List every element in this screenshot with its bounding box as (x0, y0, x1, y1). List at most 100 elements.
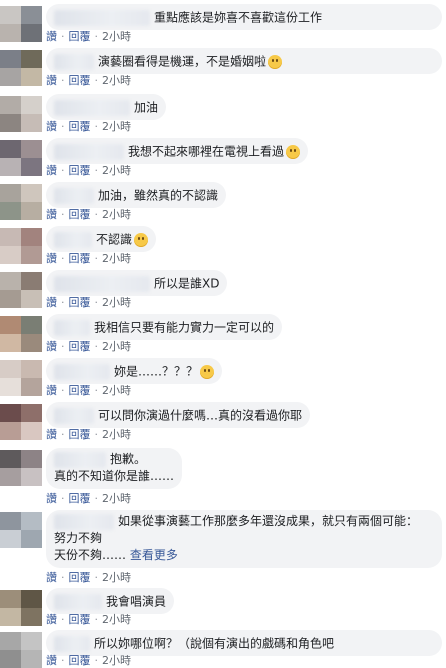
like-button[interactable]: 讚 (46, 120, 57, 133)
timestamp[interactable]: 2小時 (102, 74, 131, 87)
timestamp[interactable]: 2小時 (102, 208, 131, 221)
commenter-name[interactable] (54, 143, 124, 160)
avatar[interactable] (0, 96, 42, 132)
timestamp[interactable]: 2小時 (102, 613, 131, 626)
like-button[interactable]: 讚 (46, 208, 57, 221)
commenter-name[interactable] (54, 187, 94, 204)
comment-bubble: 加油 (46, 94, 167, 120)
avatar[interactable] (0, 6, 42, 42)
avatar[interactable] (0, 632, 42, 668)
commenter-name[interactable] (54, 9, 150, 26)
like-button[interactable]: 讚 (46, 340, 57, 353)
comment: 重點應該是妳喜不喜歡這份工作 讚 · 回覆 · 2小時 (0, 0, 446, 44)
commenter-name[interactable] (54, 363, 110, 380)
commenter-name[interactable] (54, 635, 90, 652)
avatar[interactable] (0, 228, 42, 264)
separator: · (61, 340, 65, 353)
reply-button[interactable]: 回覆 (69, 296, 91, 309)
like-button[interactable]: 讚 (46, 164, 57, 177)
reply-button[interactable]: 回覆 (69, 252, 91, 265)
avatar[interactable] (0, 50, 42, 86)
timestamp[interactable]: 2小時 (102, 571, 131, 584)
separator: · (94, 654, 99, 667)
timestamp[interactable]: 2小時 (102, 296, 131, 309)
comment-actions: 讚 · 回覆 · 2小時 (46, 206, 131, 222)
reply-button[interactable]: 回覆 (69, 30, 91, 43)
comment-text: 加油，雖然真的不認識 (98, 188, 219, 203)
reply-button[interactable]: 回覆 (69, 384, 91, 397)
comment-bubble: 加油，雖然真的不認識 (46, 182, 227, 208)
separator: · (61, 164, 65, 177)
avatar[interactable] (0, 140, 42, 176)
commenter-name[interactable] (54, 451, 106, 468)
reply-button[interactable]: 回覆 (69, 571, 91, 584)
timestamp[interactable]: 2小時 (102, 492, 131, 505)
timestamp[interactable]: 2小時 (102, 384, 131, 397)
reply-button[interactable]: 回覆 (69, 120, 91, 133)
avatar[interactable] (0, 590, 42, 626)
commenter-name[interactable] (54, 593, 102, 610)
commenter-name[interactable] (54, 99, 130, 116)
reply-button[interactable]: 回覆 (69, 164, 91, 177)
comment-bubble: 妳是……？？？ (46, 358, 223, 384)
comment-text: 所以妳哪位啊？（說個有演出的戲碼和角色吧 (94, 636, 335, 651)
like-button[interactable]: 讚 (46, 654, 57, 667)
like-button[interactable]: 讚 (46, 74, 57, 87)
avatar[interactable] (0, 184, 42, 220)
timestamp[interactable]: 2小時 (102, 654, 131, 667)
avatar[interactable] (0, 404, 42, 440)
separator: · (94, 296, 99, 309)
timestamp[interactable]: 2小時 (102, 340, 131, 353)
reply-button[interactable]: 回覆 (69, 654, 91, 667)
dizzy-face-icon (134, 232, 149, 247)
like-button[interactable]: 讚 (46, 613, 57, 626)
flushed-face-icon (200, 364, 215, 379)
commenter-name[interactable] (54, 231, 92, 248)
see-more-link[interactable]: 查看更多 (130, 548, 178, 562)
like-button[interactable]: 讚 (46, 30, 57, 43)
like-button[interactable]: 讚 (46, 571, 57, 584)
reply-button[interactable]: 回覆 (69, 613, 91, 626)
timestamp[interactable]: 2小時 (102, 120, 131, 133)
reply-button[interactable]: 回覆 (69, 208, 91, 221)
reply-button[interactable]: 回覆 (69, 428, 91, 441)
comment-bubble: 我想不起來哪裡在電視上看過 (46, 138, 309, 164)
commenter-name[interactable] (54, 513, 114, 530)
separator: · (61, 120, 65, 133)
reply-button[interactable]: 回覆 (69, 340, 91, 353)
avatar[interactable] (0, 272, 42, 308)
separator: · (61, 208, 65, 221)
like-button[interactable]: 讚 (46, 252, 57, 265)
commenter-name[interactable] (54, 53, 94, 70)
avatar[interactable] (0, 316, 42, 352)
comment-text-line: 真的不知道你是誰…… (54, 469, 175, 483)
grinning-face-icon (268, 54, 283, 69)
timestamp[interactable]: 2小時 (102, 428, 131, 441)
reply-button[interactable]: 回覆 (69, 74, 91, 87)
like-button[interactable]: 讚 (46, 296, 57, 309)
avatar[interactable] (0, 360, 42, 396)
commenter-name[interactable] (54, 275, 150, 292)
timestamp[interactable]: 2小時 (102, 164, 131, 177)
comment-bubble: 演藝圈看得是機運，不是婚姻啦 (46, 48, 442, 74)
comment-actions: 讚 · 回覆 · 2小時 (46, 382, 131, 398)
comment-bubble: 如果從事演藝工作那麼多年還沒成果，就只有兩個可能： 努力不夠 天份不夠…… 查看… (46, 510, 442, 568)
like-button[interactable]: 讚 (46, 428, 57, 441)
comment-bubble: 不認識 (46, 226, 157, 252)
commenter-name[interactable] (54, 407, 94, 424)
avatar[interactable] (0, 512, 42, 548)
comment-actions: 讚 · 回覆 · 2小時 (46, 426, 131, 442)
separator: · (61, 30, 65, 43)
like-button[interactable]: 讚 (46, 492, 57, 505)
comment-text: 不認識 (96, 232, 133, 247)
comment-actions: 讚 · 回覆 · 2小時 (46, 28, 131, 44)
comment: 加油，雖然真的不認識 讚 · 回覆 · 2小時 (0, 178, 446, 222)
comment: 可以問你演過什麼嗎…真的沒看過你耶 讚 · 回覆 · 2小時 (0, 398, 446, 444)
timestamp[interactable]: 2小時 (102, 252, 131, 265)
separator: · (94, 164, 99, 177)
avatar[interactable] (0, 450, 42, 486)
commenter-name[interactable] (54, 319, 90, 336)
reply-button[interactable]: 回覆 (69, 492, 91, 505)
like-button[interactable]: 讚 (46, 384, 57, 397)
timestamp[interactable]: 2小時 (102, 30, 131, 43)
